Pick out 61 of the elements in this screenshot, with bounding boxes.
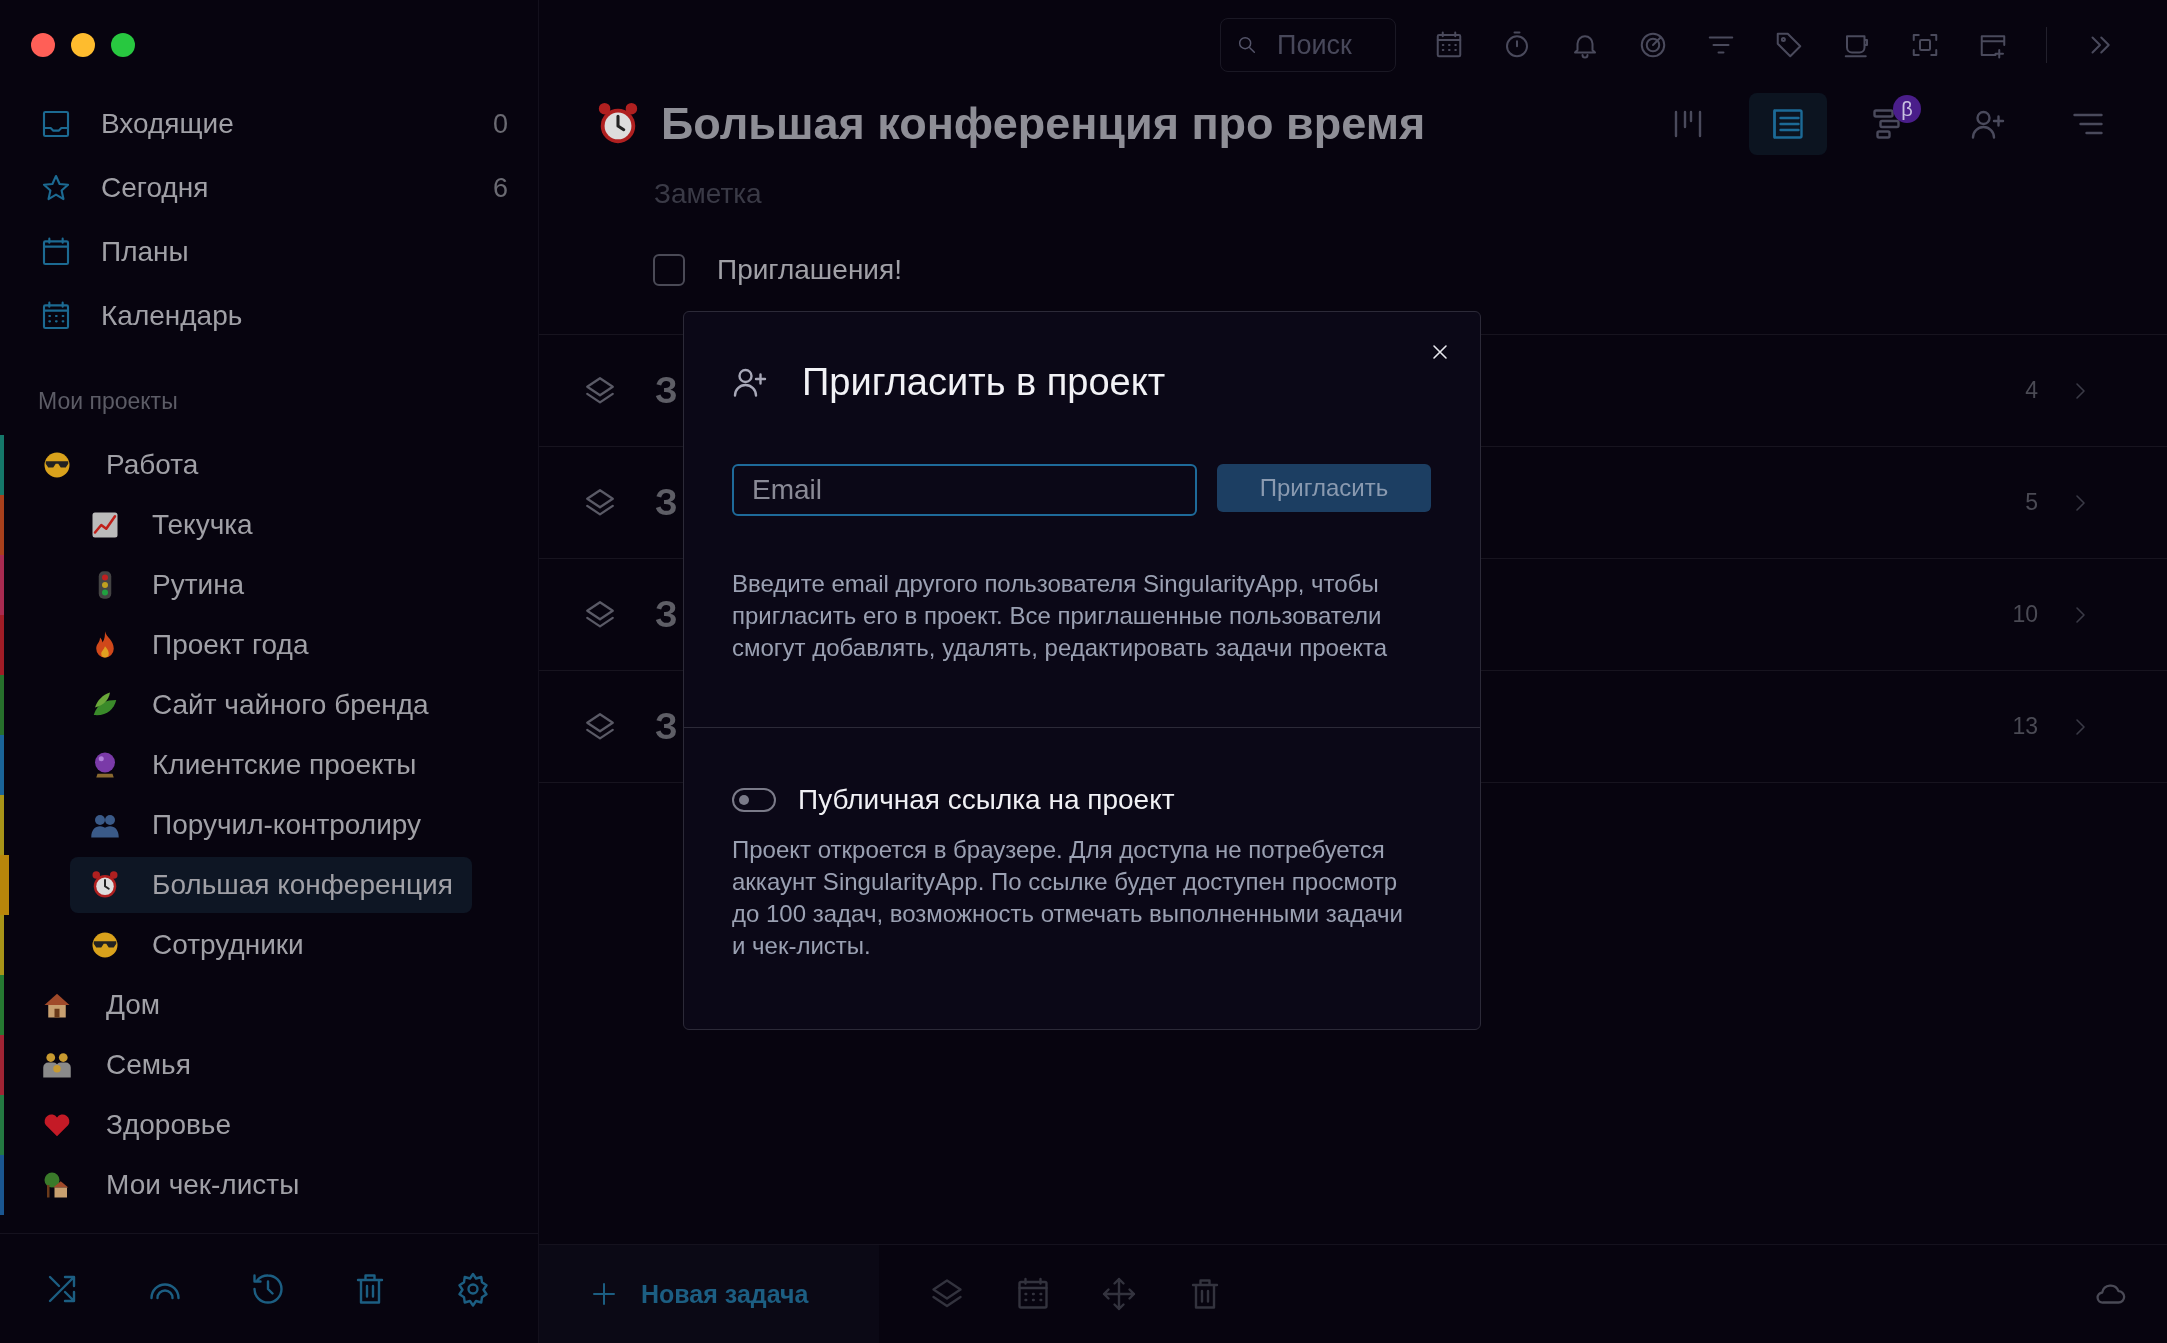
- task-title: З: [655, 593, 678, 636]
- project-item[interactable]: Рутина: [70, 557, 472, 613]
- project-item[interactable]: Дом: [42, 977, 173, 1033]
- search-field[interactable]: Поиск: [1220, 18, 1396, 72]
- view-tab[interactable]: [1749, 93, 1827, 155]
- search-icon: [1236, 34, 1258, 56]
- inbox-icon: [40, 108, 72, 140]
- minimize-button[interactable]: [71, 33, 95, 57]
- project-item[interactable]: Здоровье: [42, 1097, 243, 1153]
- target-icon[interactable]: [1638, 30, 1668, 60]
- project-item[interactable]: Большая конференция: [70, 857, 472, 913]
- checkbox[interactable]: [653, 254, 685, 286]
- task-title: З: [655, 369, 678, 412]
- project-item[interactable]: Клиентские проекты: [70, 737, 472, 793]
- dialog-description: Введите email другого пользователя SingularityApp, чтобы пригласить его в проект. Все приглашенные пользователи смогут добавлять, удалять, редактировать задачи проекта: [732, 569, 1389, 663]
- project-item[interactable]: Поручил-контролиру: [70, 797, 472, 853]
- sunglasses-icon: [42, 450, 72, 480]
- chart-icon: [90, 510, 120, 540]
- nav-item[interactable]: Календарь: [0, 284, 538, 348]
- family-icon: [42, 1050, 72, 1080]
- section-title: Мои проекты: [38, 388, 178, 414]
- project-title: Большая конференция про время: [661, 98, 1427, 150]
- settings-icon[interactable]: [455, 1270, 491, 1307]
- project-item[interactable]: Текучка: [70, 497, 472, 553]
- nav-item[interactable]: Планы: [0, 220, 538, 284]
- project-item[interactable]: Проект года: [70, 617, 472, 673]
- tag-icon[interactable]: [1774, 30, 1804, 60]
- list-icon: [1770, 106, 1806, 142]
- calendar-icon: [40, 300, 72, 332]
- email-field[interactable]: Email: [732, 464, 1197, 516]
- task-count: 5: [2025, 489, 2038, 516]
- task-count: 13: [2012, 713, 2038, 740]
- calendar-icon[interactable]: [1015, 1276, 1051, 1312]
- zoom-button[interactable]: [111, 33, 135, 57]
- task-title: З: [655, 705, 678, 748]
- project-item[interactable]: Работа: [42, 437, 211, 493]
- item-count: 6: [492, 172, 508, 204]
- item-count: 0: [492, 108, 508, 140]
- nav-item[interactable]: Сегодня 6: [0, 156, 538, 220]
- move-icon[interactable]: [1101, 1276, 1137, 1312]
- nav-item[interactable]: Входящие 0: [0, 92, 538, 156]
- project-item[interactable]: Сайт чайного бренда: [70, 677, 472, 733]
- project-item[interactable]: Мои чек-листы: [42, 1157, 312, 1213]
- project-item[interactable]: Семья: [42, 1037, 203, 1093]
- alarm-clock-icon: [90, 870, 120, 900]
- task-count: 10: [2012, 601, 2038, 628]
- checklist-item: Приглашения!: [717, 254, 902, 286]
- beta-badge: β: [1893, 95, 1921, 123]
- toggle-switch[interactable]: [732, 788, 776, 812]
- link-description: Проект откроется в браузере. Для доступа не потребуется аккаунт SingularityApp. По ссылке будет доступен просмотр до 100 задач, возможность отмечать выполненными задачи и чек-листы.: [732, 835, 1404, 961]
- dialog-title: Пригласить в проект: [802, 360, 1166, 404]
- invite-button[interactable]: Пригласить: [1217, 464, 1431, 512]
- toggle-label: Публичная ссылка на проект: [798, 784, 1175, 816]
- task-title: З: [655, 481, 678, 524]
- task-count: 4: [2025, 377, 2038, 404]
- view-tab[interactable]: β: [1849, 93, 1927, 155]
- close-button[interactable]: [31, 33, 55, 57]
- calendar-icon[interactable]: [1434, 30, 1464, 60]
- sunglasses-icon: [90, 930, 120, 960]
- calendar-icon: [40, 236, 72, 268]
- project-item[interactable]: Сотрудники: [70, 917, 472, 973]
